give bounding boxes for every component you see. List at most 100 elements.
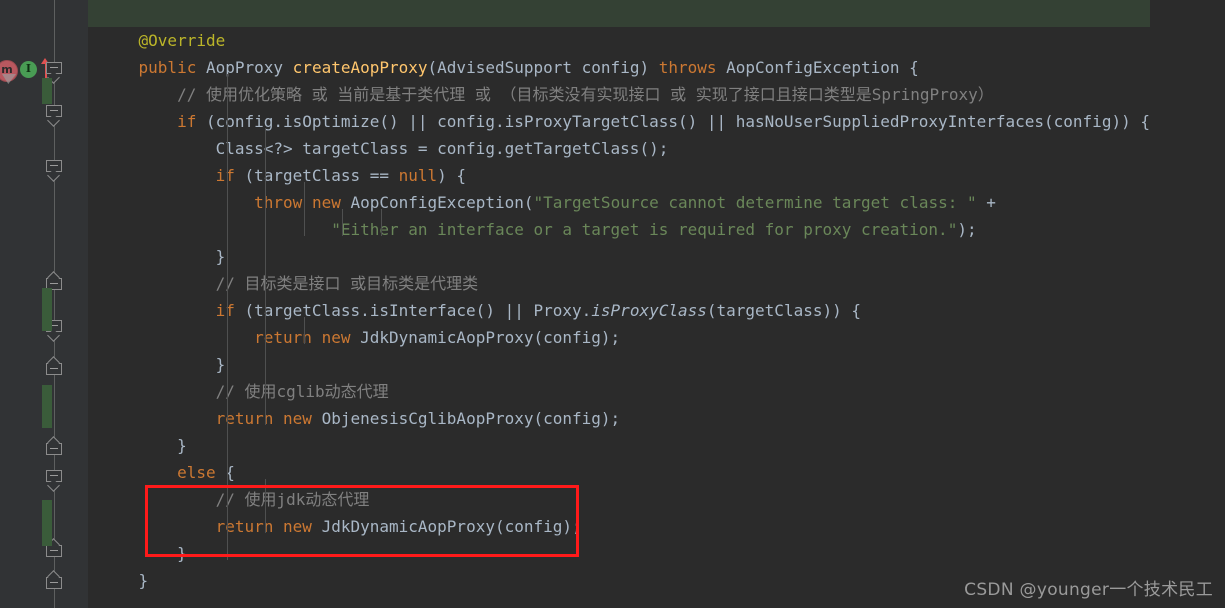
fold-marker-dash bbox=[50, 368, 58, 369]
fold-region-start-icon[interactable] bbox=[46, 62, 64, 84]
code-token-kw: throw bbox=[254, 193, 303, 212]
code-line[interactable]: "Either an interface or a target is requ… bbox=[88, 216, 1150, 243]
fold-marker-dash bbox=[50, 283, 58, 284]
watermark-text: CSDN @younger一个技术民工 bbox=[964, 580, 1213, 600]
vcs-change-bar[interactable] bbox=[42, 288, 52, 331]
code-line[interactable]: public AopProxy createAopProxy(AdvisedSu… bbox=[88, 54, 1150, 81]
code-token-kw: new bbox=[311, 193, 341, 212]
code-token-kw: if bbox=[215, 166, 235, 185]
code-token-pln: (targetClass == bbox=[234, 166, 399, 185]
code-line[interactable]: if (targetClass == null) { bbox=[88, 162, 1150, 189]
code-token-type: AopProxy bbox=[205, 58, 284, 77]
fold-region-start-icon[interactable] bbox=[46, 105, 64, 127]
code-content[interactable]: @Override public AopProxy createAopProxy… bbox=[88, 0, 1150, 594]
fold-marker-dash bbox=[50, 67, 58, 68]
vcs-change-bar[interactable] bbox=[42, 500, 52, 546]
fold-region-end-icon[interactable] bbox=[46, 570, 64, 594]
code-token-pln: ); bbox=[957, 220, 977, 239]
code-line[interactable]: return new JdkDynamicAopProxy(config); bbox=[88, 513, 1150, 540]
vcs-change-bar[interactable] bbox=[42, 385, 52, 428]
fold-region-end-icon[interactable] bbox=[46, 356, 64, 380]
fold-region-end-icon[interactable] bbox=[46, 538, 64, 562]
code-token-pln: } bbox=[177, 544, 187, 563]
code-line[interactable]: throw new AopConfigException("TargetSour… bbox=[88, 189, 1150, 216]
code-line[interactable]: } bbox=[88, 243, 1150, 270]
code-line[interactable]: if (targetClass.isInterface() || Proxy.i… bbox=[88, 297, 1150, 324]
fold-region-end-icon[interactable] bbox=[46, 436, 64, 460]
code-token-pln bbox=[312, 328, 322, 347]
code-line[interactable]: if (config.isOptimize() || config.isProx… bbox=[88, 108, 1150, 135]
code-line[interactable]: } bbox=[88, 540, 1150, 567]
code-token-str: "Either an interface or a target is requ… bbox=[331, 220, 958, 239]
code-token-pln: AopConfigException( bbox=[340, 193, 534, 212]
indent-guide bbox=[342, 209, 344, 236]
code-token-kw: public bbox=[138, 58, 197, 77]
code-token-pln: } bbox=[177, 436, 187, 455]
indent-guide bbox=[303, 317, 305, 344]
code-line[interactable]: @Override bbox=[88, 27, 1150, 54]
indent-guide bbox=[303, 182, 305, 236]
fold-marker-dash bbox=[50, 110, 58, 111]
code-line[interactable]: else { bbox=[88, 459, 1150, 486]
code-line[interactable]: } bbox=[88, 432, 1150, 459]
code-token-pln bbox=[196, 58, 206, 77]
code-token-pln: + bbox=[976, 193, 996, 212]
fold-marker-dash bbox=[50, 448, 58, 449]
code-token-kw: if bbox=[177, 112, 197, 131]
code-token-pln: (AdvisedSupport config) bbox=[427, 58, 659, 77]
code-line[interactable]: // 目标类是接口 或目标类是代理类 bbox=[88, 270, 1150, 297]
code-line[interactable]: } bbox=[88, 351, 1150, 378]
gutter-markers[interactable]: m I bbox=[0, 0, 88, 608]
code-token-cmt: // 使用cglib动态代理 bbox=[215, 382, 389, 401]
editor-surface[interactable]: @Override public AopProxy createAopProxy… bbox=[88, 0, 1225, 608]
code-token-pln: } bbox=[215, 355, 226, 374]
code-token-pln: isProxyClass bbox=[591, 301, 707, 320]
indent-guide bbox=[265, 128, 267, 425]
fold-marker-dash bbox=[50, 165, 58, 166]
implementing-method-icon[interactable]: I bbox=[20, 61, 37, 78]
code-line[interactable]: Class<?> targetClass = config.getTargetC… bbox=[88, 135, 1150, 162]
code-token-kw: new bbox=[321, 328, 351, 347]
code-token-kw: if bbox=[215, 301, 235, 320]
implementing-method-glyph: I bbox=[25, 62, 32, 75]
code-token-pln: { bbox=[215, 463, 235, 482]
fold-marker-dash bbox=[50, 582, 58, 583]
code-token-pln: (targetClass)) { bbox=[706, 301, 861, 320]
fold-region-start-icon[interactable] bbox=[46, 470, 64, 492]
code-line[interactable]: // 使用优化策略 或 当前是基于类代理 或 （目标类没有实现接口 或 实现了接… bbox=[88, 81, 1150, 108]
code-token-kw: throws bbox=[658, 58, 717, 77]
vcs-change-bar[interactable] bbox=[42, 78, 52, 104]
code-token-mth: createAopProxy bbox=[292, 58, 428, 77]
code-token-pln: JdkDynamicAopProxy(config); bbox=[350, 328, 621, 347]
code-line[interactable]: return new JdkDynamicAopProxy(config); bbox=[88, 324, 1150, 351]
fold-rail-line bbox=[54, 0, 55, 608]
code-line[interactable]: return new ObjenesisCglibAopProxy(config… bbox=[88, 405, 1150, 432]
code-token-kw: new bbox=[283, 409, 312, 428]
code-token-pln bbox=[283, 58, 293, 77]
editor-gutter[interactable]: m I bbox=[0, 0, 88, 608]
code-line[interactable]: // 使用cglib动态代理 bbox=[88, 378, 1150, 405]
code-line[interactable]: // 使用jdk动态代理 bbox=[88, 486, 1150, 513]
code-token-cmt: // 使用优化策略 或 当前是基于类代理 或 （目标类没有实现接口 或 实现了接… bbox=[177, 85, 994, 104]
code-token-pln: (config.isOptimize() || config.isProxyTa… bbox=[196, 112, 1150, 131]
code-line[interactable] bbox=[88, 0, 1150, 27]
ide-code-editor-screenshot: m I @Override public AopProxy createAopP… bbox=[0, 0, 1225, 608]
code-token-cmt: // 使用jdk动态代理 bbox=[215, 490, 370, 509]
fold-region-start-icon[interactable] bbox=[46, 160, 64, 182]
code-token-pln: } bbox=[138, 571, 149, 590]
